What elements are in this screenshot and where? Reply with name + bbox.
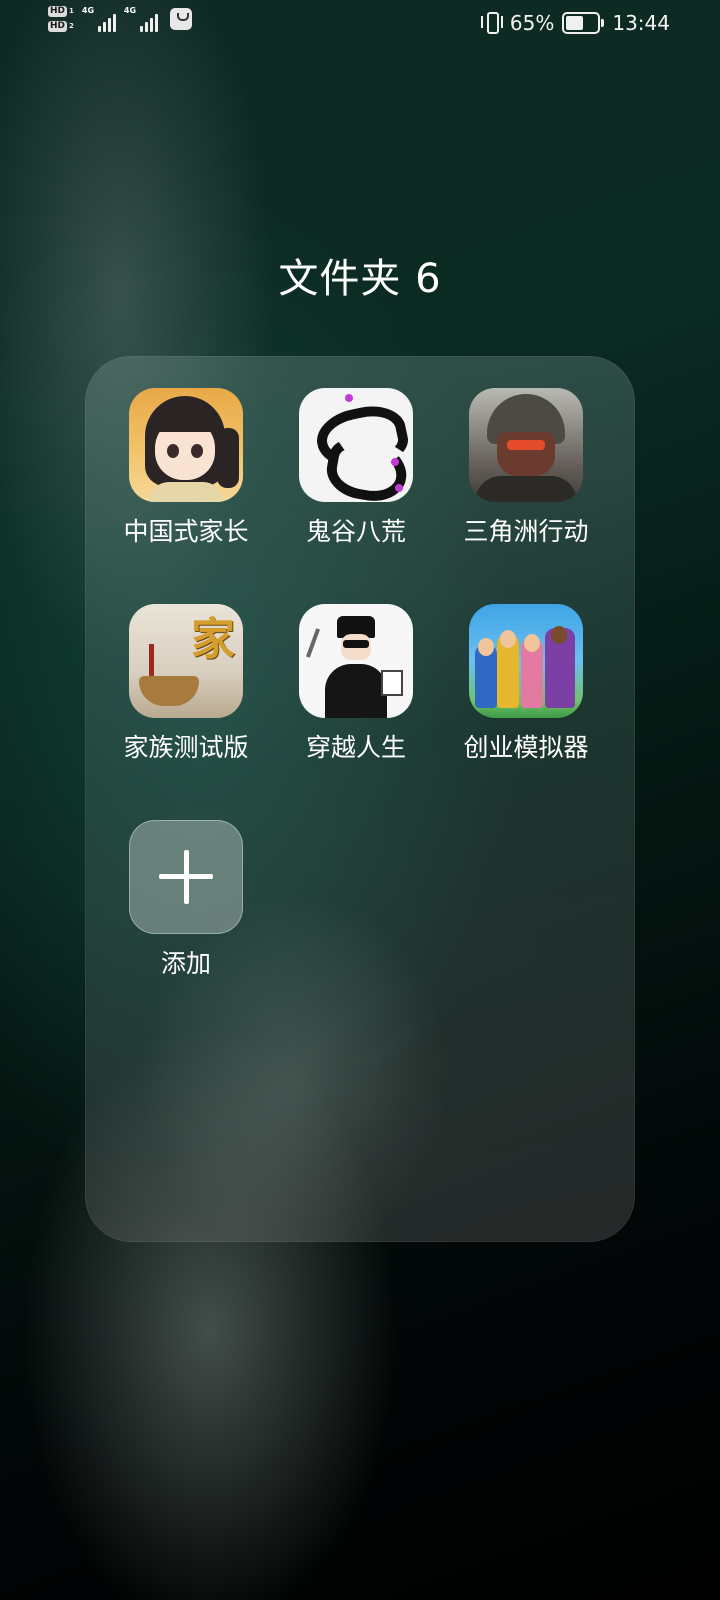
hd1-num: 1 [69,7,74,15]
app-label-chinese-parent: 中国式家长 [123,517,249,546]
app-chinese-parent[interactable]: 中国式家长 [101,388,271,548]
app-label-family-beta: 家族测试版 [123,733,249,762]
status-left: HD 1 HD 2 4G 4G [48,6,192,32]
battery-fill [566,16,584,30]
app-label-crossing-life: 穿越人生 [305,733,406,762]
status-right: 65% 13:44 [480,10,670,36]
app-label-startup-simulator: 创业模拟器 [463,733,589,762]
status-bar: HD 1 HD 2 4G 4G 65% 13:44 [0,0,720,48]
add-app-button[interactable]: 添加 [101,820,271,980]
guigu-bahuang-app-icon[interactable] [299,388,413,502]
battery-icon [562,12,605,34]
hd1-text: HD [48,6,68,17]
signal-2-icon: 4G [124,6,158,32]
add-app-label: 添加 [160,949,211,978]
signal-1-network: 4G [81,6,95,15]
app-startup-simulator[interactable]: 创业模拟器 [441,604,611,764]
app-family-beta[interactable]: 家 家族测试版 [101,604,271,764]
startup-simulator-app-icon[interactable] [469,604,583,718]
chinese-parent-app-icon[interactable] [129,388,243,502]
hd2-num: 2 [69,22,74,30]
app-label-delta-force: 三角洲行动 [463,517,589,546]
delta-force-app-icon[interactable] [469,388,583,502]
hd-indicators: HD 1 HD 2 [48,6,74,32]
plus-icon[interactable] [129,820,243,934]
clock-time: 13:44 [612,11,670,35]
hd2-text: HD [48,21,68,32]
battery-percent: 65% [509,11,555,35]
vibrate-icon [480,10,504,36]
hd2-badge: HD 2 [48,21,74,32]
app-guigu-bahuang[interactable]: 鬼谷八荒 [271,388,441,548]
family-beta-app-icon[interactable]: 家 [129,604,243,718]
signal-2-network: 4G [123,6,137,15]
app-delta-force[interactable]: 三角洲行动 [441,388,611,548]
app-crossing-life[interactable]: 穿越人生 [271,604,441,764]
crossing-life-app-icon[interactable] [299,604,413,718]
shopping-bag-icon [169,8,192,30]
folder-panel: 中国式家长 鬼谷八荒 三角洲行动 家 家族测试版 穿越人生 创业模拟器 添加 [85,356,635,1242]
signal-1-icon: 4G [82,6,116,32]
hd1-badge: HD 1 [48,6,74,17]
app-label-guigu-bahuang: 鬼谷八荒 [305,517,406,546]
folder-title[interactable]: 文件夹 6 [0,246,720,304]
